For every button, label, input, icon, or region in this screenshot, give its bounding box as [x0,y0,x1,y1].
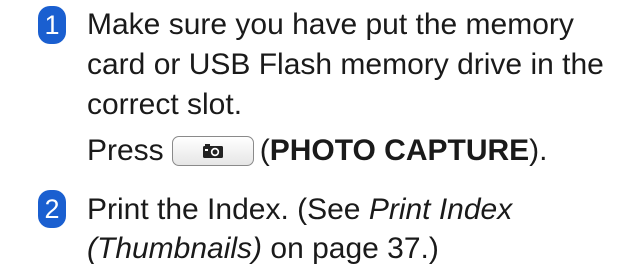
step-1-badge: 1 [38,6,66,44]
step-1-line-1: Make sure you have put the memory [87,8,574,41]
step-2-line-2: (Thumbnails) on page 37.) [87,232,439,266]
step-1-press-instruction: Press ( PHOTO CAPTURE ). [87,134,547,168]
press-prefix: Press [87,134,164,167]
step-1-line-2: card or USB Flash memory drive in the [87,48,604,81]
step-2-line-1: Print the Index. (See Print Index [87,193,512,227]
thumbnails-link-text: (Thumbnails) [87,232,263,265]
step-2-text-2: on page 37.) [262,232,439,265]
step-2-badge: 2 [38,190,66,228]
photo-capture-button[interactable] [171,136,254,166]
step-1-line-3: correct slot. [87,88,243,121]
step-2-text-1: Print the Index. (See [87,193,369,226]
camera-icon [202,144,223,158]
paren-close: ). [529,134,548,167]
paren-open: ( [259,134,270,167]
print-index-link-text: Print Index [368,193,513,226]
photo-capture-label: PHOTO CAPTURE [269,134,530,167]
